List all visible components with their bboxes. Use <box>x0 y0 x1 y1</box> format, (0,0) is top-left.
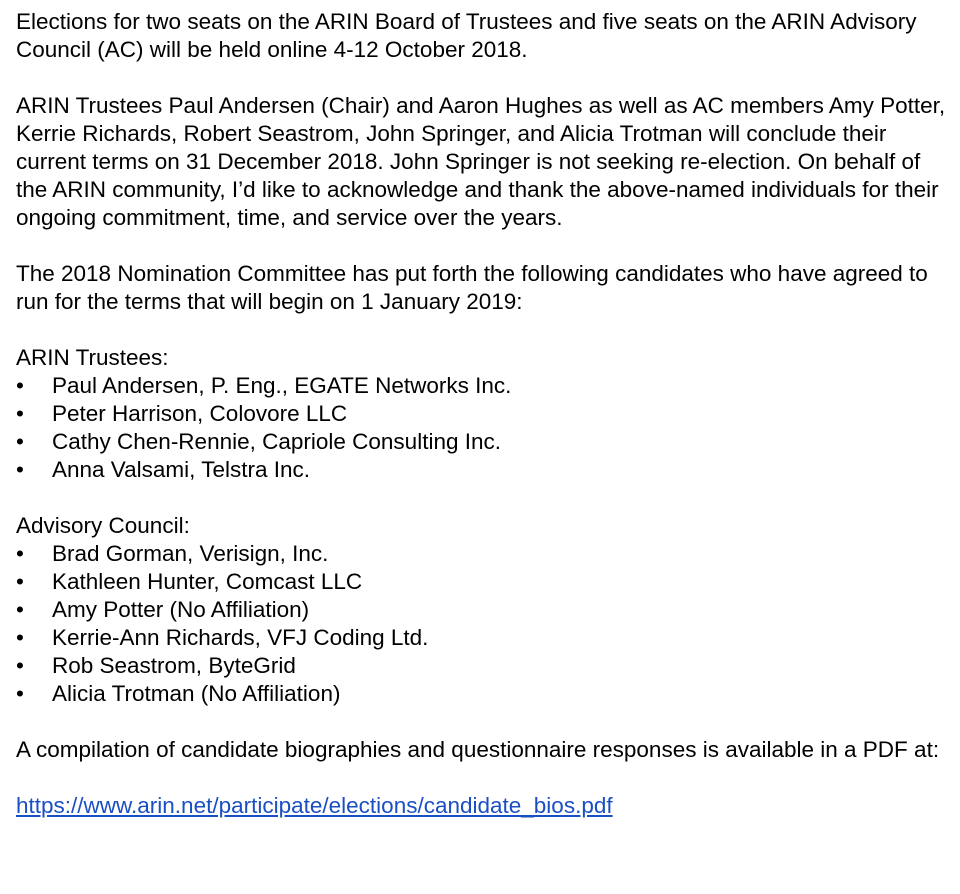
list-item: • Peter Harrison, Colovore LLC <box>16 400 952 428</box>
list-item-text: Kerrie-Ann Richards, VFJ Coding Ltd. <box>52 625 429 650</box>
list-item-text: Brad Gorman, Verisign, Inc. <box>52 541 329 566</box>
bullet-icon: • <box>16 541 24 566</box>
list-item-text: Amy Potter (No Affiliation) <box>52 597 310 622</box>
intro-paragraph: Elections for two seats on the ARIN Boar… <box>16 9 917 62</box>
nomination-paragraph: The 2018 Nomination Committee has put fo… <box>16 261 928 314</box>
list-item-text: Rob Seastrom, ByteGrid <box>52 653 296 678</box>
bullet-icon: • <box>16 401 24 426</box>
bullet-icon: • <box>16 457 24 482</box>
list-item: • Brad Gorman, Verisign, Inc. <box>16 540 952 568</box>
candidate-bios-link[interactable]: https://www.arin.net/participate/electio… <box>16 793 613 818</box>
bullet-icon: • <box>16 429 24 454</box>
list-item-text: Peter Harrison, Colovore LLC <box>52 401 348 426</box>
list-item: • Kathleen Hunter, Comcast LLC <box>16 568 952 596</box>
compilation-paragraph: A compilation of candidate biographies a… <box>16 737 940 762</box>
council-list: • Brad Gorman, Verisign, Inc. • Kathleen H… <box>16 540 952 708</box>
bullet-icon: • <box>16 681 24 706</box>
list-item-text: Kathleen Hunter, Comcast LLC <box>52 569 363 594</box>
list-item-text: Anna Valsami, Telstra Inc. <box>52 457 311 482</box>
council-heading: Advisory Council: <box>16 513 190 538</box>
list-item: • Cathy Chen-Rennie, Capriole Consulting … <box>16 428 952 456</box>
list-item-text: Alicia Trotman (No Affiliation) <box>52 681 341 706</box>
list-item: • Alicia Trotman (No Affiliation) <box>16 680 952 708</box>
trustees-list: • Paul Andersen, P. Eng., EGATE Networks … <box>16 372 952 484</box>
list-item-text: Cathy Chen-Rennie, Capriole Consulting I… <box>52 429 501 454</box>
list-item: • Kerrie-Ann Richards, VFJ Coding Ltd. <box>16 624 952 652</box>
bullet-icon: • <box>16 373 24 398</box>
bullet-icon: • <box>16 625 24 650</box>
list-item: • Amy Potter (No Affiliation) <box>16 596 952 624</box>
list-item: • Anna Valsami, Telstra Inc. <box>16 456 952 484</box>
trustees-heading: ARIN Trustees: <box>16 345 169 370</box>
bullet-icon: • <box>16 569 24 594</box>
terms-paragraph: ARIN Trustees Paul Andersen (Chair) and … <box>16 93 946 230</box>
list-item-text: Paul Andersen, P. Eng., EGATE Networks I… <box>52 373 512 398</box>
list-item: • Rob Seastrom, ByteGrid <box>16 652 952 680</box>
bullet-icon: • <box>16 597 24 622</box>
bullet-icon: • <box>16 653 24 678</box>
announcement-document: Elections for two seats on the ARIN Boar… <box>16 8 952 820</box>
list-item: • Paul Andersen, P. Eng., EGATE Networks … <box>16 372 952 400</box>
